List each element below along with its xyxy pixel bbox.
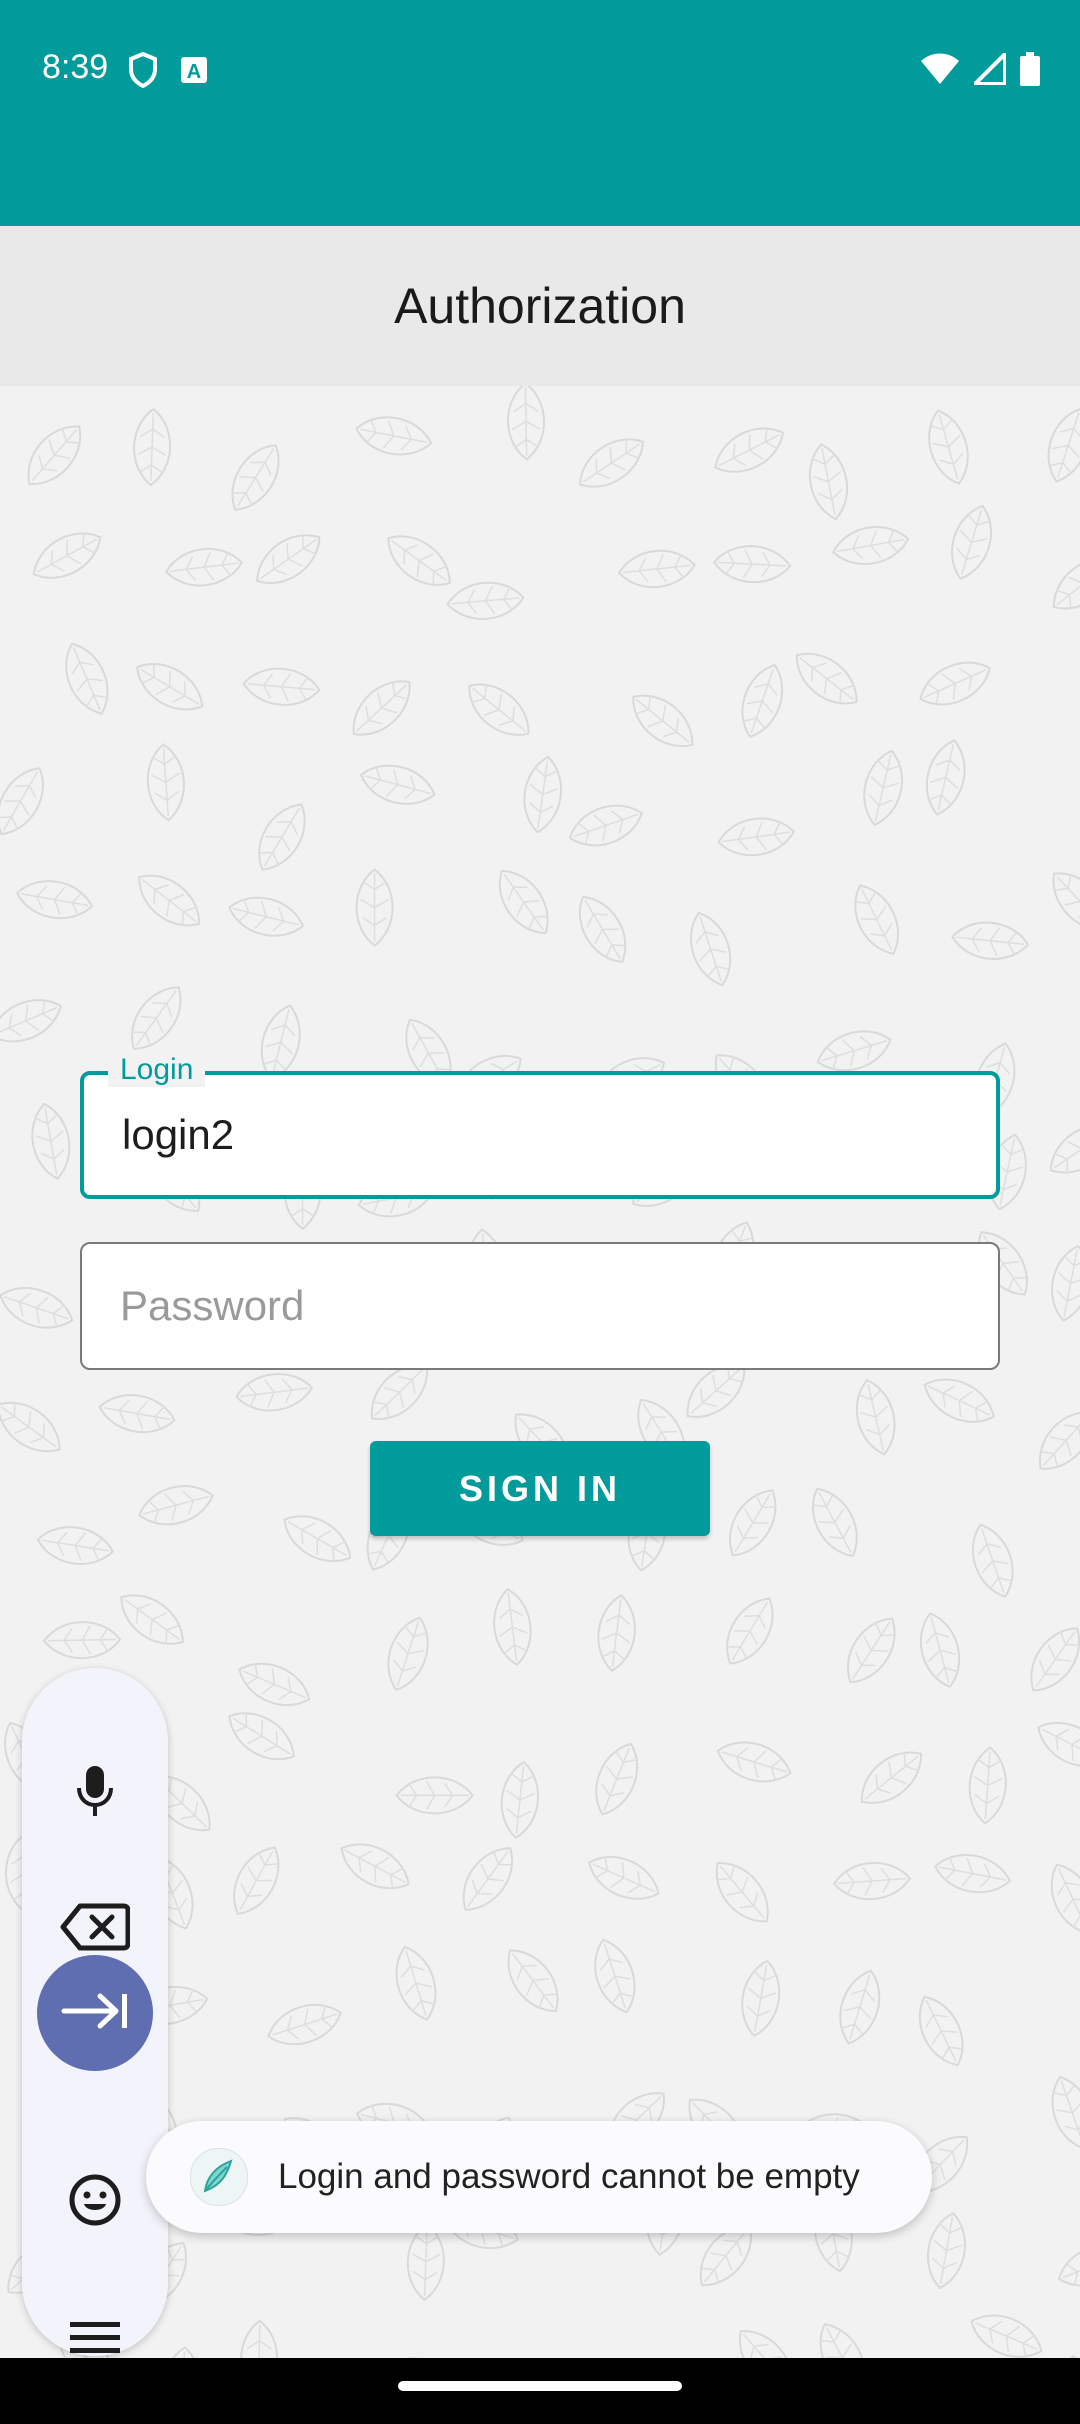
password-input[interactable] [120,1244,960,1368]
navigation-bar [0,2358,1080,2424]
microphone-button[interactable] [22,1738,168,1848]
text-a-icon: A [180,56,208,89]
app-bar: Authorization [0,226,1080,386]
status-bar: 8:39 A [0,0,1080,226]
status-time: 8:39 [42,48,109,86]
toast-message: Login and password cannot be empty [146,2121,932,2233]
tab-next-icon [60,1991,130,2036]
keyboard-floating-toolbar [22,1668,168,2356]
login-field[interactable]: Login [80,1053,1000,1199]
emoji-button[interactable] [22,2147,168,2257]
app-logo-icon [190,2148,248,2206]
wifi-icon [920,53,960,90]
backspace-icon [60,1902,131,1957]
password-field[interactable] [80,1242,1000,1370]
status-right-icons [920,49,1040,91]
status-left-icons: A [128,51,208,93]
svg-text:A: A [187,61,201,83]
microphone-icon [75,1764,115,1823]
shield-icon [128,51,158,93]
toast-text: Login and password cannot be empty [278,2157,860,2196]
home-gesture-handle[interactable] [398,2381,682,2391]
battery-icon [1020,52,1040,91]
sign-in-button[interactable]: SIGN IN [370,1441,710,1536]
tab-next-button[interactable] [37,1955,153,2071]
signal-icon [970,49,1007,90]
emoji-icon [68,2173,122,2232]
page-title: Authorization [394,278,686,334]
menu-icon [70,2320,120,2361]
login-input[interactable] [122,1075,962,1195]
